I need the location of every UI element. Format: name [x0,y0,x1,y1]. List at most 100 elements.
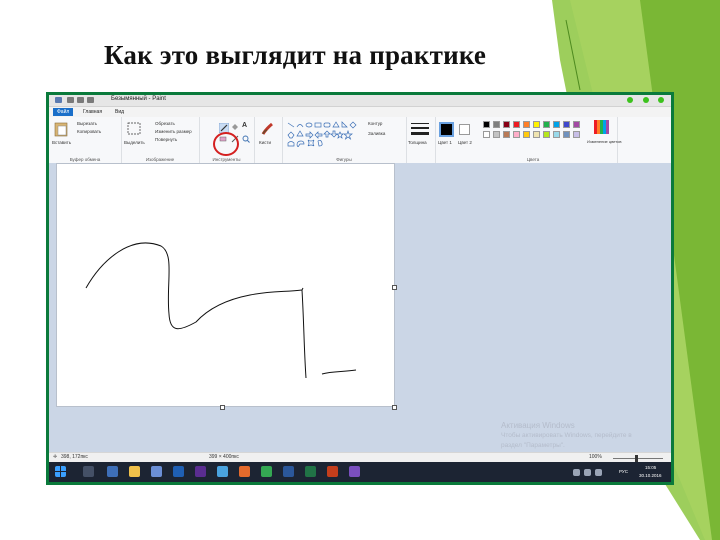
shapes-gallery-icon[interactable] [286,121,362,147]
resize-handle-corner[interactable] [392,405,397,410]
firefox-icon[interactable] [239,466,250,477]
clipboard-group-label: Буфер обмена [69,157,101,162]
taskbar: РУС 15:05 30.10.2016 [49,462,671,482]
palette-swatch[interactable] [523,121,530,128]
paint-app-icon[interactable] [217,466,228,477]
text-tool-icon[interactable]: A [242,122,247,129]
tab-view[interactable]: Вид [111,108,128,116]
network-icon[interactable] [584,469,591,476]
cursor-position: 398, 172пкс [61,454,88,460]
palette-swatch[interactable] [543,131,550,138]
color1-label: Цвет 1 [438,140,452,145]
minimize-icon[interactable] [627,97,633,103]
task-view-icon[interactable] [83,466,94,477]
fill-bucket-icon[interactable] [231,123,239,131]
select-button[interactable]: Выделить [124,140,145,145]
palette-swatch[interactable] [493,131,500,138]
excel-icon[interactable] [305,466,316,477]
drawing-canvas[interactable] [56,163,395,407]
edit-colors-icon[interactable] [594,120,610,136]
store-icon[interactable] [151,466,162,477]
language-indicator[interactable]: РУС [619,469,628,474]
paste-button[interactable]: Вставить [52,140,71,145]
clock-date[interactable]: 30.10.2016 [639,473,662,478]
explorer-icon[interactable] [129,466,140,477]
palette-swatch[interactable] [573,121,580,128]
palette-swatch[interactable] [533,131,540,138]
contour-button[interactable]: Контур [368,121,382,126]
palette-swatch[interactable] [563,131,570,138]
watermark-line-2: Чтобы активировать Windows, перейдите в [501,432,632,439]
palette-swatch[interactable] [563,121,570,128]
close-icon[interactable] [658,97,664,103]
palette-swatch[interactable] [553,131,560,138]
highlight-circle [213,132,239,156]
size-group: Толщина [406,117,436,163]
resize-handle-right[interactable] [392,285,397,290]
watermark-line-1: Активация Windows [501,421,575,430]
ribbon: Вставить Вырезать Копировать Буфер обмен… [49,117,671,164]
palette-swatch[interactable] [523,131,530,138]
palette-swatch[interactable] [493,121,500,128]
brushes-group: Кисти [254,117,283,163]
tray-icon[interactable] [573,469,580,476]
edit-colors-group: Изменение цветов [587,117,622,163]
vs-icon[interactable] [195,466,206,477]
edit-colors-button[interactable]: Изменение цветов [587,139,622,144]
paste-icon[interactable] [54,121,68,137]
color-selectors: Цвет 1 Цвет 2 [435,117,479,163]
canvas-area: Активация Windows Чтобы активировать Win… [49,163,671,452]
word2-icon[interactable] [283,466,294,477]
palette-swatch[interactable] [513,131,520,138]
resize-button[interactable]: Изменить размер [155,129,192,134]
palette-swatch[interactable] [483,131,490,138]
cursor-position-icon: ✛ [53,454,58,460]
line-size-icon[interactable] [411,122,429,136]
shapes-group: Контур Заливка Фигуры [282,117,407,163]
resize-handle-bottom[interactable] [220,405,225,410]
word-icon[interactable] [173,466,184,477]
cut-button[interactable]: Вырезать [77,121,97,126]
tab-file[interactable]: Файл [53,108,74,116]
shapes-group-label: Фигуры [336,157,352,162]
copy-button[interactable]: Копировать [77,129,101,134]
chrome-icon[interactable] [261,466,272,477]
fill-button[interactable]: Заливка [368,131,385,136]
clipboard-group: Вставить Вырезать Копировать Буфер обмен… [49,117,122,163]
undo-icon[interactable] [77,97,84,103]
volume-icon[interactable] [595,469,602,476]
paint-window: Безымянный - Paint Файл Главная Вид Вста… [49,95,671,482]
palette-swatch[interactable] [503,121,510,128]
color1-swatch[interactable] [439,122,454,137]
activation-watermark: Активация Windows Чтобы активировать Win… [501,421,632,451]
palette-swatch[interactable] [483,121,490,128]
clock-time[interactable]: 15:05 [645,465,656,470]
magnifier-icon[interactable] [242,135,250,143]
size-button[interactable]: Толщина [408,140,427,145]
save-icon[interactable] [67,97,74,103]
palette-swatch[interactable] [513,121,520,128]
slide-title: Как это выглядит на практике [104,40,487,70]
palette-swatch[interactable] [553,121,560,128]
onenote-icon[interactable] [349,466,360,477]
maximize-icon[interactable] [643,97,649,103]
tab-home[interactable]: Главная [79,108,106,116]
image-group-label: Изображение [145,157,175,162]
palette-swatch[interactable] [573,131,580,138]
start-icon[interactable] [55,466,66,477]
brushes-button[interactable]: Кисти [259,140,271,145]
zoom-slider[interactable] [609,455,667,462]
crop-button[interactable]: Обрезать [155,121,175,126]
palette-swatch[interactable] [533,121,540,128]
edge-icon[interactable] [107,466,118,477]
redo-icon[interactable] [87,97,94,103]
palette-swatch[interactable] [543,121,550,128]
color2-swatch[interactable] [459,124,470,135]
canvas-size: 399 × 400пкс [209,454,239,460]
rotate-button[interactable]: Повернуть [155,137,177,142]
select-icon[interactable] [126,121,142,137]
palette-swatch[interactable] [503,131,510,138]
freehand-drawing [85,242,357,379]
powerpoint-icon[interactable] [327,466,338,477]
brush-icon[interactable] [260,121,276,137]
